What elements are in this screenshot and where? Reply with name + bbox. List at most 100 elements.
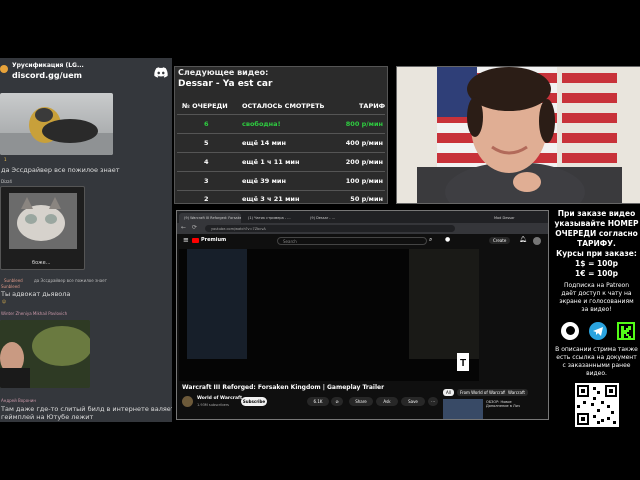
more-button[interactable]: ⋯	[428, 397, 438, 406]
queue-price: 50 р/мин	[350, 195, 383, 203]
description-line: видео.	[586, 370, 607, 377]
chip-topic[interactable]: Warcraft	[505, 389, 528, 396]
esrb-rating: T	[460, 358, 466, 369]
queue-price: 100 р/мин	[345, 177, 383, 185]
chat-image-cat[interactable]	[0, 186, 85, 270]
queue-number: 5	[204, 139, 209, 147]
server-name: Урусификация (LG...	[12, 62, 84, 69]
menu-icon[interactable]: ≡	[183, 236, 189, 244]
next-video-title: Dessar - Ya est car	[178, 79, 273, 89]
queue-time-left: ещё 14 мин	[242, 139, 286, 147]
recommended-title[interactable]: ОБЗОР: Новое Дополнение в Лич	[486, 400, 528, 408]
server-icon	[0, 65, 8, 73]
chat-author: Андрей Воронин	[1, 398, 36, 403]
qr-code-icon	[574, 383, 619, 427]
chat-author: Sunbleed	[4, 278, 23, 283]
webcam-feed	[396, 66, 640, 204]
rate-usd: 1$ = 100р	[575, 259, 618, 268]
youtube-header: ≡ Premium Search ⌕ ● Create 🔔︎	[177, 234, 548, 248]
order-info-panel: При заказе видео указывайте НОМЕР ОЧЕРЕД…	[553, 206, 640, 480]
patreon-line: Подписка на Patreon	[563, 282, 630, 289]
browser-toolbar: ← ⟳ youtube.com/watch?v=7ZbcvA	[177, 223, 548, 234]
share-button[interactable]: Share	[349, 397, 373, 406]
youtube-logo-text[interactable]: Premium	[201, 237, 226, 243]
chat-author: Dizz4	[1, 179, 12, 184]
browser-tab[interactable]: Mod Dessar	[489, 213, 529, 223]
image-caption: боже...	[32, 260, 51, 266]
notifications-icon[interactable]: 🔔︎	[519, 236, 527, 243]
queue-time-left: ещё 3 ч 21 мин	[242, 195, 300, 203]
discord-invite-link[interactable]: discord.gg/uem	[12, 71, 82, 80]
queue-number: 6	[204, 120, 209, 128]
chat-image-figure[interactable]	[0, 93, 113, 155]
queue-header-price: ТАРИФ	[359, 102, 386, 110]
queue-number: 2	[204, 195, 209, 203]
queue-row: 4 ещё 1 ч 11 мин 200 р/мин	[177, 152, 385, 171]
back-icon[interactable]: ←	[181, 224, 186, 231]
emoji-reaction: ☺	[2, 299, 7, 304]
chat-message: Ты адвокат дьявола	[1, 290, 71, 298]
chat-reply-preview: да Эссдрайвер все пожилое знает	[34, 278, 107, 283]
save-button[interactable]: Save	[401, 397, 425, 406]
youtube-sidebar: All From World of Warcraft Warcraft ОБЗО…	[443, 249, 548, 419]
ask-button[interactable]: Ask	[376, 397, 398, 406]
queue-number: 4	[204, 158, 209, 166]
video-player[interactable]: T	[179, 249, 479, 381]
queue-number: 3	[204, 177, 209, 185]
youtube-logo-icon[interactable]	[192, 238, 199, 243]
rate-eur: 1€ = 100р	[575, 269, 618, 278]
chat-message: да Эссдрайвер все пожилое знает	[1, 166, 120, 174]
queue-time-left: свободна!	[242, 120, 281, 128]
chat-message: Там даже где-то слитый билд в интернете …	[1, 405, 172, 413]
search-icon[interactable]: ⌕	[429, 236, 432, 244]
subscribe-button[interactable]: Subscribe	[241, 397, 267, 406]
reaction-count[interactable]: 1	[4, 157, 7, 162]
info-line: указывайте НОМЕР	[554, 219, 639, 228]
like-button[interactable]: 6.1K	[307, 397, 329, 406]
recommended-thumbnail[interactable]	[443, 399, 483, 419]
browser-tab[interactable]: (9) Dessar - ...	[305, 213, 365, 223]
browser-tab-bar: (9) Warcraft III Reforged: Forsaken K...…	[177, 211, 548, 223]
channel-name[interactable]: World of Warcraft	[197, 396, 242, 401]
queue-header-number: № ОЧЕРЕДИ	[182, 102, 228, 110]
subscriber-count: 1.93M subscribers	[197, 403, 229, 407]
browser-tab[interactable]: (1) Чатик стримера - ...	[243, 213, 303, 223]
video-frame: T	[179, 249, 479, 381]
queue-price: 200 р/мин	[345, 158, 383, 166]
discord-chat-panel: Урусификация (LG... discord.gg/uem 1 да …	[0, 58, 172, 422]
info-line: ОЧЕРЕДИ согласно	[555, 229, 638, 238]
search-input[interactable]: Search	[277, 237, 427, 245]
description-line: есть ссылка на документ	[556, 354, 637, 361]
queue-panel: Следующее видео: Dessar - Ya est car № О…	[174, 66, 388, 204]
patreon-line: даёт доступ к чату на	[561, 290, 632, 297]
queue-price: 800 р/мин	[345, 120, 383, 128]
description-line: В описании стрима также	[555, 346, 638, 353]
browser-tab-active[interactable]: (9) Warcraft III Reforged: Forsaken K...	[179, 213, 241, 223]
chat-author: Sunbleed	[1, 284, 20, 289]
create-button[interactable]: Create	[489, 237, 511, 244]
patreon-line: экране и голосованиям	[559, 298, 634, 305]
next-video-label: Следующее видео:	[178, 68, 269, 77]
description-line: с заказанными ранее	[562, 362, 631, 369]
stream-layout: Урусификация (LG... discord.gg/uem 1 да …	[0, 0, 640, 480]
queue-row: 5 ещё 14 мин 400 р/мин	[177, 133, 385, 152]
queue-header-time: ОСТАЛОСЬ СМОТРЕТЬ	[242, 102, 325, 110]
reload-icon[interactable]: ⟳	[192, 224, 197, 231]
chat-image-person[interactable]	[0, 320, 90, 388]
dislike-button[interactable]: ⊘	[331, 397, 343, 406]
address-bar[interactable]: youtube.com/watch?v=7ZbcvA	[205, 225, 455, 232]
kick-icon	[617, 322, 635, 340]
queue-row: 6 свободна! 800 р/мин	[177, 114, 385, 133]
channel-avatar[interactable]	[182, 396, 193, 407]
mic-icon[interactable]: ●	[445, 236, 450, 243]
info-line: ТАРИФУ.	[577, 239, 616, 248]
queue-row: 2 ещё 3 ч 21 мин 50 р/мин	[177, 190, 385, 204]
patreon-line: за видео!	[581, 306, 612, 313]
queue-time-left: ещё 1 ч 11 мин	[242, 158, 300, 166]
avatar[interactable]	[533, 237, 541, 245]
discord-logo-icon	[154, 67, 168, 78]
video-title: Warcraft III Reforged: Forsaken Kingdom …	[182, 384, 385, 391]
chip-channel[interactable]: From World of Warcraft	[457, 389, 509, 396]
rates-title: Курсы при заказе:	[556, 249, 637, 258]
chip-all[interactable]: All	[443, 389, 454, 396]
